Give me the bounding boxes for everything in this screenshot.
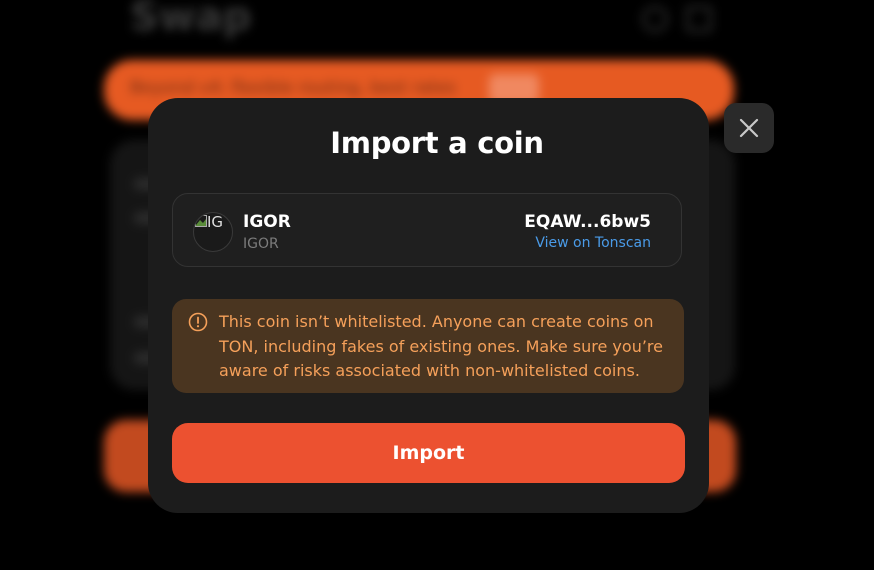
warning-text: This coin isn’t whitelisted. Anyone can … [219, 312, 663, 380]
alert-circle-icon [188, 312, 208, 332]
coin-info-card: IG IGOR IGOR EQAW...6bw5 View on Tonscan [172, 193, 682, 267]
promo-banner-text: Beyond v4: flexible routing, best rates [130, 78, 456, 98]
coin-avatar: IG [193, 212, 233, 252]
history-icon [642, 6, 668, 32]
coin-name: IGOR [243, 212, 291, 232]
coin-address: EQAW...6bw5 [524, 212, 651, 232]
import-button[interactable]: Import [172, 423, 685, 483]
coin-avatar-alt-text: IG [207, 213, 224, 231]
page-title: Swap [130, 0, 252, 40]
close-button[interactable] [724, 103, 774, 153]
screen: Swap Beyond v4: flexible routing, best r… [0, 0, 874, 570]
broken-image-icon [195, 215, 207, 227]
coin-symbol: IGOR [243, 236, 279, 252]
settings-icon [686, 6, 712, 32]
close-icon [739, 118, 759, 138]
whitelist-warning: This coin isn’t whitelisted. Anyone can … [172, 299, 684, 393]
view-on-tonscan-link[interactable]: View on Tonscan [535, 235, 651, 251]
